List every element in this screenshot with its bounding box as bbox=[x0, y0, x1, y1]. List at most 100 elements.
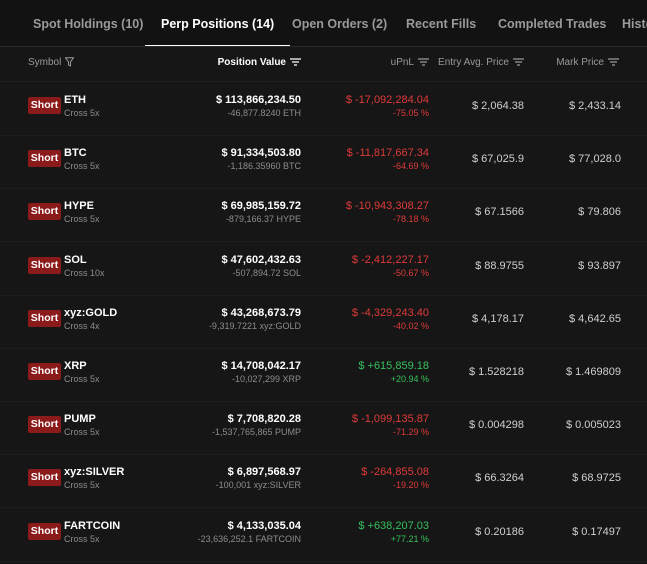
tab-completed-trades[interactable]: Completed Trades bbox=[498, 0, 606, 46]
upnl-value: $ -4,329,243.40 bbox=[351, 306, 429, 319]
upnl-percent: -64.69 % bbox=[392, 161, 429, 172]
symbol-name[interactable]: SOL bbox=[64, 254, 87, 266]
header-entry-label: Entry Avg. Price bbox=[438, 57, 509, 68]
upnl-value: $ -10,943,308.27 bbox=[345, 200, 429, 213]
tab-label: Recent Fills bbox=[406, 17, 477, 31]
tab-perp-positions[interactable]: Perp Positions (14) bbox=[145, 0, 291, 46]
symbol-name[interactable]: HYPE bbox=[64, 200, 94, 212]
tab-label: Spot Holdings (10) bbox=[33, 17, 144, 31]
table-row[interactable]: Short SOL Cross 10x $ 47,602,432.63 -507,894… bbox=[0, 242, 647, 296]
header-mark-price[interactable]: Mark Price bbox=[556, 47, 619, 81]
position-value: $ 69,985,159.72 bbox=[221, 200, 301, 213]
upnl-percent: -75.05 % bbox=[392, 108, 429, 118]
upnl-percent: -50.67 % bbox=[392, 267, 429, 278]
side-badge: Short bbox=[28, 416, 61, 434]
position-size: -879,166.37 HYPE bbox=[225, 214, 301, 225]
upnl-value: $ +638,207.03 bbox=[358, 519, 429, 532]
mark-price: $ 0.005023 bbox=[565, 419, 621, 432]
upnl-value: $ -17,092,284.04 bbox=[345, 94, 429, 106]
side-badge: Short bbox=[28, 150, 61, 168]
filter-icon[interactable] bbox=[64, 57, 75, 68]
sort-icon bbox=[513, 58, 524, 66]
position-value: $ 43,268,673.79 bbox=[221, 306, 301, 319]
entry-price: $ 67.1566 bbox=[475, 206, 524, 219]
upnl-percent: +20.94 % bbox=[390, 374, 429, 384]
symbol-name[interactable]: xyz:GOLD bbox=[64, 307, 117, 319]
entry-price: $ 2,064.38 bbox=[472, 100, 524, 112]
table-row[interactable]: Short XRP Cross 5x $ 14,708,042.17 -10,027,2… bbox=[0, 348, 647, 402]
entry-price: $ 67,025.9 bbox=[472, 153, 524, 166]
upnl-value: $ -11,817,667.34 bbox=[346, 147, 429, 160]
position-size: -46,877.8240 ETH bbox=[227, 108, 301, 118]
mark-price: $ 77,028.0 bbox=[569, 153, 621, 166]
perp-positions-panel: Spot Holdings (10) Perp Positions (14) O… bbox=[0, 0, 647, 564]
symbol-name[interactable]: PUMP bbox=[64, 413, 96, 425]
header-entry-price[interactable]: Entry Avg. Price bbox=[438, 47, 524, 81]
position-size: -1,186.35960 BTC bbox=[227, 161, 301, 172]
symbol-name[interactable]: BTC bbox=[64, 147, 87, 159]
tab-recent-fills[interactable]: Recent Fills bbox=[406, 0, 476, 46]
mark-price: $ 4,642.65 bbox=[569, 312, 621, 325]
mark-price: $ 68.9725 bbox=[572, 472, 621, 485]
table-row[interactable]: Short BTC Cross 5x $ 91,334,503.80 -1,186.35… bbox=[0, 135, 647, 190]
leverage-label: Cross 10x bbox=[64, 267, 105, 278]
upnl-value: $ -2,412,227.17 bbox=[351, 253, 429, 266]
header-position-value[interactable]: Position Value bbox=[218, 47, 301, 81]
leverage-label: Cross 4x bbox=[64, 320, 100, 331]
header-mark-label: Mark Price bbox=[556, 57, 604, 68]
mark-price: $ 93.897 bbox=[578, 259, 621, 272]
table-row[interactable]: Short xyz:GOLD Cross 4x $ 43,268,673.79 -9,3… bbox=[0, 295, 647, 349]
symbol-name[interactable]: xyz:SILVER bbox=[64, 466, 124, 478]
entry-price: $ 0.004298 bbox=[468, 419, 524, 432]
position-size: -100,001 xyz:SILVER bbox=[215, 480, 301, 491]
entry-price: $ 66.3264 bbox=[475, 472, 524, 485]
leverage-label: Cross 5x bbox=[64, 214, 100, 225]
table-row[interactable]: Short HYPE Cross 5x $ 69,985,159.72 -879,166… bbox=[0, 188, 647, 243]
position-value: $ 91,334,503.80 bbox=[221, 147, 301, 160]
table-row[interactable]: Short ETH Cross 5x $ 113,866,234.50 -46,877.… bbox=[0, 82, 647, 136]
upnl-percent: -19.20 % bbox=[392, 480, 429, 491]
tab-label: Histo bbox=[622, 17, 647, 31]
upnl-percent: -78.18 % bbox=[392, 214, 429, 225]
table-row[interactable]: Short PUMP Cross 5x $ 7,708,820.28 -1,537,76… bbox=[0, 401, 647, 456]
side-badge: Short bbox=[28, 522, 61, 540]
entry-price: $ 88.9755 bbox=[475, 259, 524, 272]
table-row[interactable]: Short xyz:SILVER Cross 5x $ 6,897,568.97 -10… bbox=[0, 454, 647, 509]
tab-label: Perp Positions (14) bbox=[161, 17, 275, 31]
side-badge: Short bbox=[28, 469, 61, 487]
position-size: -9,319.7221 xyz:GOLD bbox=[208, 320, 301, 331]
symbol-name[interactable]: XRP bbox=[64, 360, 87, 372]
side-badge: Short bbox=[28, 309, 61, 327]
mark-price: $ 1.469809 bbox=[565, 366, 621, 378]
position-value: $ 14,708,042.17 bbox=[221, 360, 301, 372]
sort-icon bbox=[418, 58, 429, 66]
tab-open-orders[interactable]: Open Orders (2) bbox=[292, 0, 387, 46]
tab-spot-holdings[interactable]: Spot Holdings (10) bbox=[33, 0, 143, 46]
position-value: $ 113,866,234.50 bbox=[215, 94, 301, 106]
table-header: Symbol Position Value uPnL Entry Avg. Pr… bbox=[0, 47, 647, 82]
header-upnl[interactable]: uPnL bbox=[391, 47, 429, 81]
entry-price: $ 1.528218 bbox=[468, 366, 524, 378]
leverage-label: Cross 5x bbox=[64, 374, 100, 384]
header-symbol-label: Symbol bbox=[28, 57, 62, 68]
sort-icon bbox=[608, 58, 619, 66]
position-value: $ 47,602,432.63 bbox=[221, 253, 301, 266]
position-value: $ 7,708,820.28 bbox=[227, 413, 301, 426]
tab-bar: Spot Holdings (10) Perp Positions (14) O… bbox=[0, 0, 647, 47]
upnl-value: $ -1,099,135.87 bbox=[351, 413, 429, 426]
mark-price: $ 2,433.14 bbox=[569, 100, 621, 112]
leverage-label: Cross 5x bbox=[64, 480, 100, 491]
header-upnl-label: uPnL bbox=[390, 57, 414, 68]
side-badge: Short bbox=[28, 97, 61, 114]
position-size: -23,636,252.1 FARTCOIN bbox=[197, 533, 301, 544]
position-value: $ 6,897,568.97 bbox=[227, 466, 301, 479]
side-badge: Short bbox=[28, 363, 61, 380]
header-symbol[interactable]: Symbol bbox=[28, 47, 75, 81]
symbol-name[interactable]: ETH bbox=[64, 94, 86, 106]
position-size: -10,027,299 XRP bbox=[231, 374, 301, 384]
mark-price: $ 79.806 bbox=[578, 206, 621, 219]
symbol-name[interactable]: FARTCOIN bbox=[64, 520, 120, 532]
leverage-label: Cross 5x bbox=[64, 161, 100, 172]
tab-history[interactable]: Histo bbox=[622, 0, 647, 46]
table-row[interactable]: Short FARTCOIN Cross 5x $ 4,133,035.04 -23,6… bbox=[0, 508, 647, 562]
